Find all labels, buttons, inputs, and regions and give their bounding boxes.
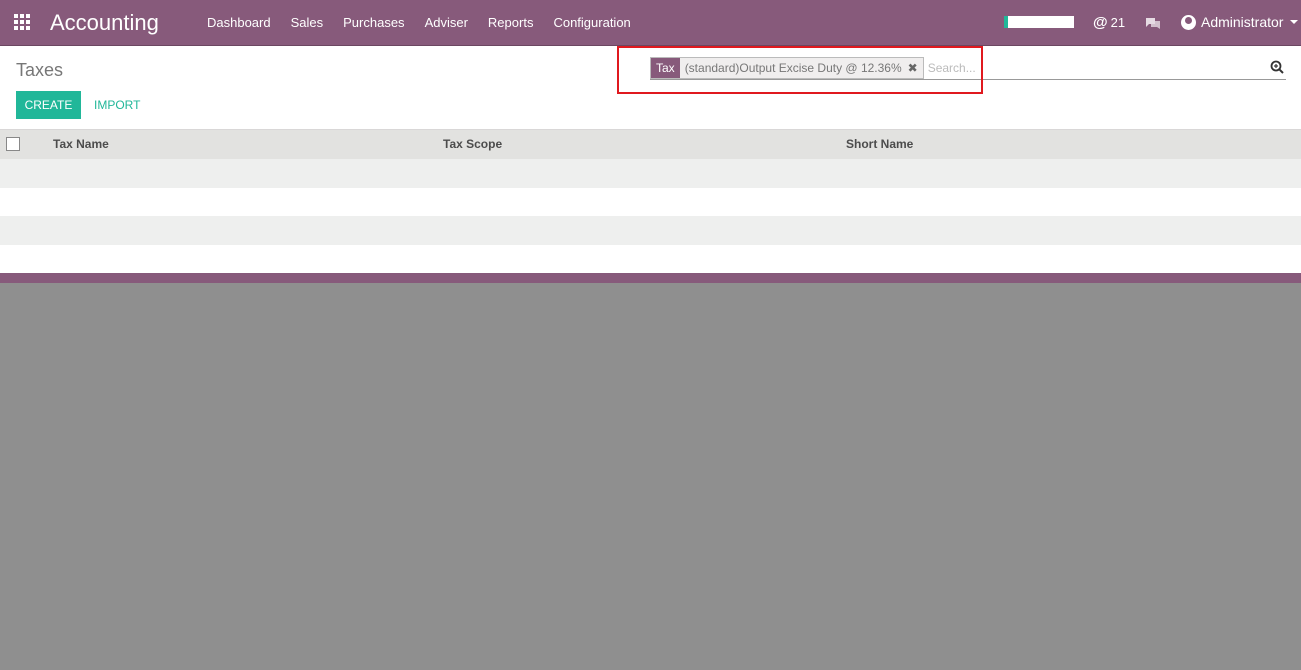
- menu-item-configuration[interactable]: Configuration: [543, 0, 640, 46]
- apps-grid-icon[interactable]: [14, 14, 32, 32]
- footer-bar: [0, 273, 1301, 283]
- search-bar: Tax (standard)Output Excise Duty @ 12.36…: [650, 56, 1286, 80]
- top-navbar: Accounting Dashboard Sales Purchases Adv…: [0, 0, 1301, 46]
- search-input[interactable]: [927, 60, 1286, 75]
- select-all-checkbox[interactable]: [6, 137, 20, 151]
- column-header-short-name[interactable]: Short Name: [846, 137, 913, 151]
- column-header-tax-name[interactable]: Tax Name: [53, 137, 109, 151]
- taxes-table: Tax Name Tax Scope Short Name: [0, 130, 1301, 273]
- main-menu: Dashboard Sales Purchases Adviser Report…: [197, 0, 641, 46]
- search-facet: Tax (standard)Output Excise Duty @ 12.36…: [650, 56, 924, 79]
- user-menu[interactable]: Administrator: [1181, 14, 1299, 30]
- control-panel: Taxes CREATE IMPORT Tax (standard)Output…: [0, 46, 1301, 130]
- menu-item-sales[interactable]: Sales: [281, 0, 334, 46]
- table-header: Tax Name Tax Scope Short Name: [0, 130, 1301, 159]
- table-row: [0, 244, 1301, 273]
- search-options-icon[interactable]: [1270, 60, 1284, 74]
- mentions-count: 21: [1110, 15, 1126, 30]
- facet-label: Tax: [651, 57, 680, 78]
- app-brand: Accounting: [50, 10, 159, 35]
- menu-item-reports[interactable]: Reports: [478, 0, 544, 46]
- chat-icon[interactable]: [1145, 17, 1161, 29]
- user-avatar-icon: [1181, 14, 1196, 30]
- facet-value-text: (standard)Output Excise Duty @ 12.36%: [684, 60, 902, 75]
- table-row: [0, 216, 1301, 245]
- empty-content-area: [0, 283, 1301, 670]
- column-header-tax-scope[interactable]: Tax Scope: [443, 137, 502, 151]
- import-button[interactable]: IMPORT: [94, 98, 140, 112]
- user-name: Administrator: [1201, 14, 1284, 30]
- caret-down-icon: [1290, 20, 1299, 24]
- menu-item-dashboard[interactable]: Dashboard: [197, 0, 281, 46]
- create-button[interactable]: CREATE: [16, 91, 81, 119]
- at-icon: @: [1093, 14, 1108, 31]
- facet-remove-icon[interactable]: ✖: [908, 61, 918, 75]
- planner-progress-bar[interactable]: [1004, 16, 1074, 28]
- page-title: Taxes: [16, 60, 64, 80]
- mentions-button[interactable]: @ 21: [1093, 14, 1125, 31]
- table-row: [0, 187, 1301, 216]
- menu-item-purchases[interactable]: Purchases: [333, 0, 414, 46]
- facet-value: (standard)Output Excise Duty @ 12.36% ✖: [679, 57, 923, 78]
- table-row: [0, 159, 1301, 188]
- menu-item-adviser[interactable]: Adviser: [415, 0, 478, 46]
